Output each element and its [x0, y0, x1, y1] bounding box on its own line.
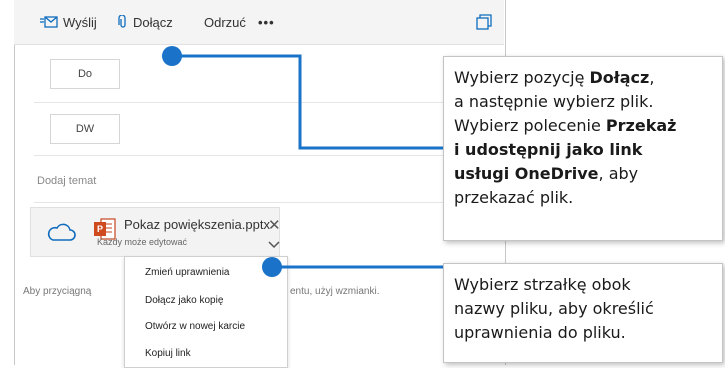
callout-text: przekazać plik. — [454, 188, 574, 207]
attach-callout: Wybierz pozycję Dołącz, a następnie wybi… — [443, 56, 723, 241]
menu-marker-dot — [262, 257, 282, 277]
attach-marker-dot — [162, 46, 182, 66]
attach-connector-line — [172, 54, 443, 150]
callout-text: nazwy pliku, aby określić — [454, 299, 654, 318]
callout-text: , aby — [598, 164, 639, 183]
callout-text: Wybierz pozycję — [454, 68, 590, 87]
callout-text: , — [649, 68, 655, 87]
callout-bold: usługi OneDrive — [454, 164, 599, 183]
callout-bold: Przekaż — [605, 116, 677, 135]
callout-bold: i udostępnij jako link — [454, 140, 643, 159]
callout-bold: Dołącz — [589, 68, 650, 87]
callout-text: Wybierz strzałkę obok — [454, 275, 631, 294]
callout-text: uprawnienia do pliku. — [454, 323, 626, 342]
callout-text: a następnie wybierz plik. — [454, 92, 654, 111]
callout-text: Wybierz polecenie — [454, 116, 606, 135]
arrow-callout: Wybierz strzałkę obok nazwy pliku, aby o… — [443, 263, 723, 363]
